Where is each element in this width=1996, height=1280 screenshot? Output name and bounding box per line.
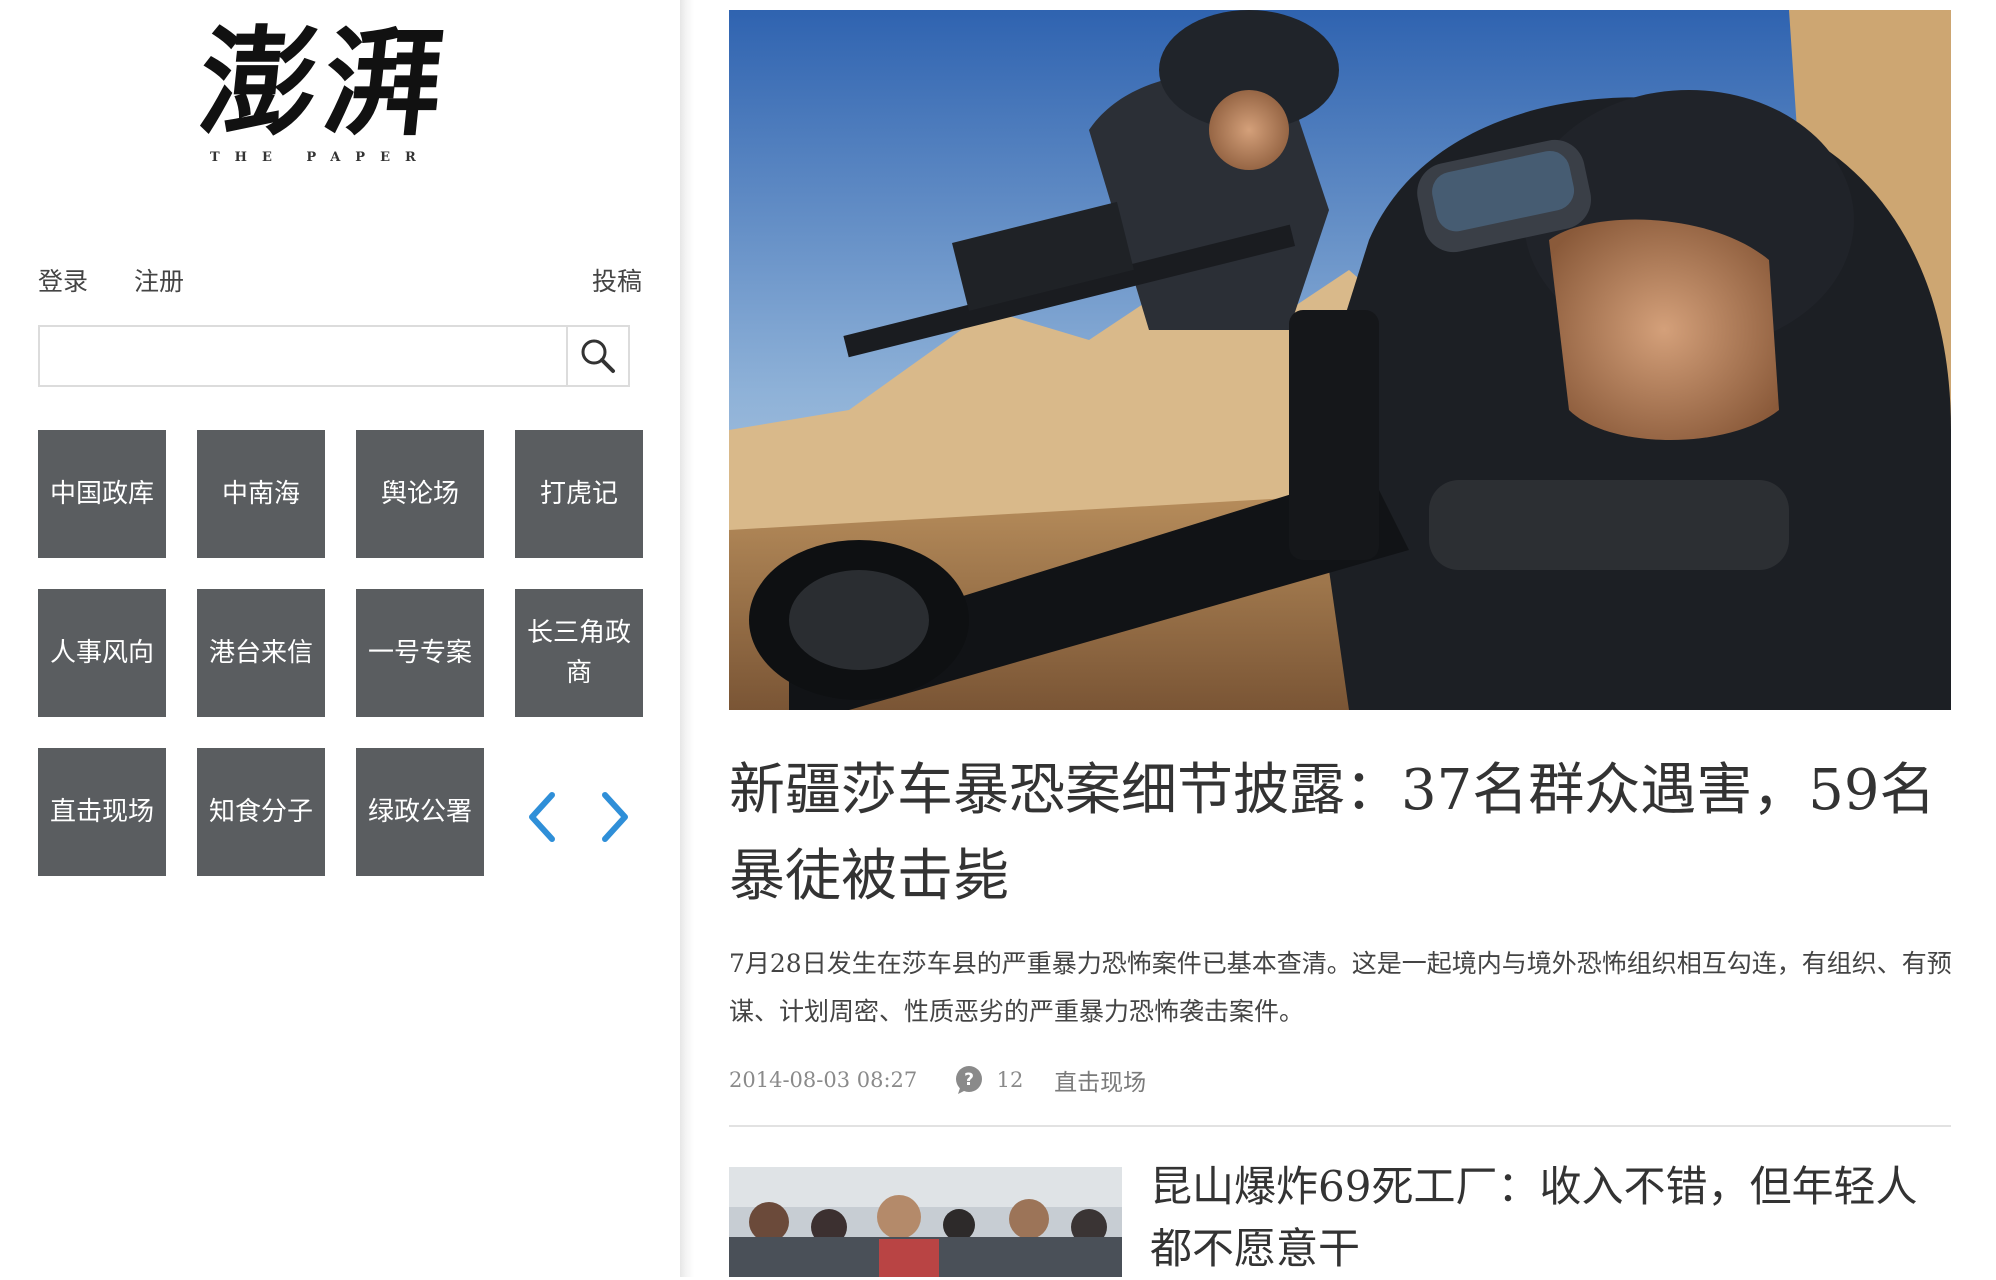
category-tile[interactable]: 舆论场 <box>356 430 484 558</box>
chevron-left-icon <box>529 792 555 842</box>
lead-summary: 7月28日发生在莎车县的严重暴力恐怖案件已基本查清。这是一起境内与境外恐怖组织相… <box>729 949 1952 1026</box>
svg-text:?: ? <box>964 1070 974 1090</box>
comment-icon[interactable]: ? <box>954 1065 984 1095</box>
register-link[interactable]: 注册 <box>134 262 184 298</box>
sidebar: 澎湃 THE PAPER 登录 注册 投稿 中国政库 中南海 舆论场 打虎记 人… <box>0 0 680 1277</box>
category-tile[interactable]: 人事风向 <box>38 589 166 717</box>
login-link[interactable]: 登录 <box>38 262 88 298</box>
search-button[interactable] <box>566 327 628 385</box>
category-tile[interactable]: 中南海 <box>197 430 325 558</box>
contribute-link[interactable]: 投稿 <box>592 262 642 298</box>
lead-meta: 2014-08-03 08:27 ? 12 直击现场 <box>729 1063 1146 1099</box>
logo-english: THE PAPER <box>210 150 431 165</box>
article-headline[interactable]: 昆山爆炸69死工厂：收入不错，但年轻人都不愿意干 <box>1150 1156 1950 1280</box>
publish-time: 2014-08-03 08:27 <box>729 1068 918 1092</box>
comment-count[interactable]: 12 <box>997 1068 1024 1092</box>
chevron-right-icon <box>602 792 628 842</box>
category-tile[interactable]: 港台来信 <box>197 589 325 717</box>
category-tile[interactable]: 中国政库 <box>38 430 166 558</box>
section-link[interactable]: 直击现场 <box>1054 1063 1146 1097</box>
prev-arrow-button[interactable] <box>522 789 562 845</box>
category-tile[interactable]: 打虎记 <box>515 430 643 558</box>
category-tile[interactable]: 绿政公署 <box>356 748 484 876</box>
article-thumbnail[interactable] <box>729 1167 1122 1277</box>
search-box <box>38 325 630 387</box>
category-tile[interactable]: 长三角政商 <box>515 589 643 717</box>
search-input[interactable] <box>40 327 570 385</box>
hero-photo[interactable] <box>729 10 1951 710</box>
hero-image <box>729 10 1951 710</box>
auth-links: 登录 注册 投稿 <box>38 262 642 296</box>
lead-headline[interactable]: 新疆莎车暴恐案细节披露：37名群众遇害，59名暴徒被击毙 <box>729 748 1959 920</box>
category-tile[interactable]: 一号专案 <box>356 589 484 717</box>
next-arrow-button[interactable] <box>595 789 635 845</box>
category-tile[interactable]: 直击现场 <box>38 748 166 876</box>
article-separator <box>729 1125 1951 1127</box>
category-tile[interactable]: 知食分子 <box>197 748 325 876</box>
search-icon <box>581 339 615 373</box>
site-logo[interactable]: 澎湃 THE PAPER <box>193 13 460 168</box>
thumbnail-image <box>729 1167 1122 1277</box>
sidebar-divider <box>680 0 694 1277</box>
logo-chinese: 澎湃 <box>192 13 456 152</box>
